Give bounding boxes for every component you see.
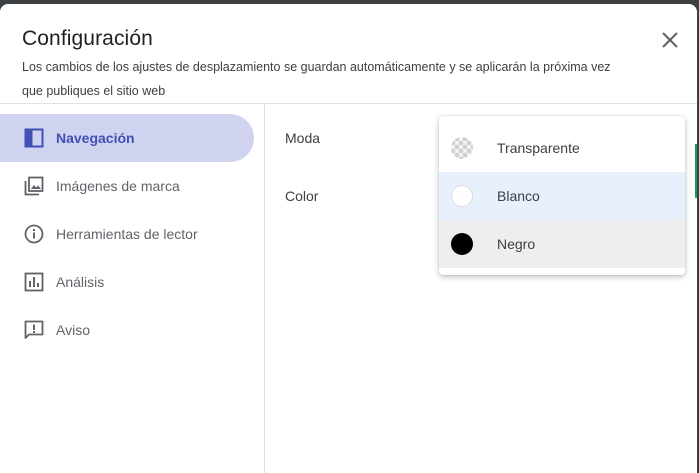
dialog-title: Configuración: [22, 27, 153, 50]
sidebar-item-label: Imágenes de marca: [56, 178, 180, 194]
dropdown-option-transparente[interactable]: Transparente: [439, 124, 685, 172]
mode-label: Moda: [285, 130, 321, 146]
settings-sidebar: Navegación Imágenes de marca Herramienta…: [0, 114, 264, 354]
mode-dropdown-menu: Transparente Blanco Negro: [439, 116, 685, 275]
sidebar-item-herramientas-de-lector[interactable]: Herramientas de lector: [0, 210, 254, 258]
navigation-icon: [24, 128, 44, 148]
sidebar-item-label: Navegación: [56, 130, 135, 146]
color-label: Color: [285, 188, 319, 204]
bar-chart-icon: [24, 272, 44, 292]
sidebar-item-label: Análisis: [56, 274, 105, 290]
dropdown-option-label: Negro: [497, 236, 536, 252]
sidebar-item-label: Herramientas de lector: [56, 226, 198, 242]
sidebar-item-navegacion[interactable]: Navegación: [0, 114, 254, 162]
feedback-icon: [24, 320, 44, 340]
sidebar-divider: [264, 104, 265, 473]
dropdown-option-negro[interactable]: Negro: [439, 220, 685, 268]
close-button[interactable]: [656, 26, 684, 54]
dialog-subtitle: Los cambios de los ajustes de desplazami…: [22, 60, 611, 98]
dropdown-option-label: Blanco: [497, 188, 540, 204]
transparent-swatch-icon: [451, 137, 473, 159]
dropdown-option-blanco[interactable]: Blanco: [439, 172, 685, 220]
white-swatch-icon: [451, 185, 473, 207]
sidebar-item-label: Aviso: [56, 322, 90, 338]
color-preview-edge: [695, 144, 697, 198]
info-icon: [24, 224, 44, 244]
image-icon: [24, 176, 44, 196]
sidebar-item-imagenes-de-marca[interactable]: Imágenes de marca: [0, 162, 254, 210]
sidebar-item-analisis[interactable]: Análisis: [0, 258, 254, 306]
sidebar-item-aviso[interactable]: Aviso: [0, 306, 254, 354]
black-swatch-icon: [451, 233, 473, 255]
close-icon: [662, 32, 678, 48]
dropdown-option-label: Transparente: [497, 140, 580, 156]
header-divider: [0, 103, 697, 104]
settings-dialog: Configuración Los cambios de los ajustes…: [0, 4, 697, 473]
